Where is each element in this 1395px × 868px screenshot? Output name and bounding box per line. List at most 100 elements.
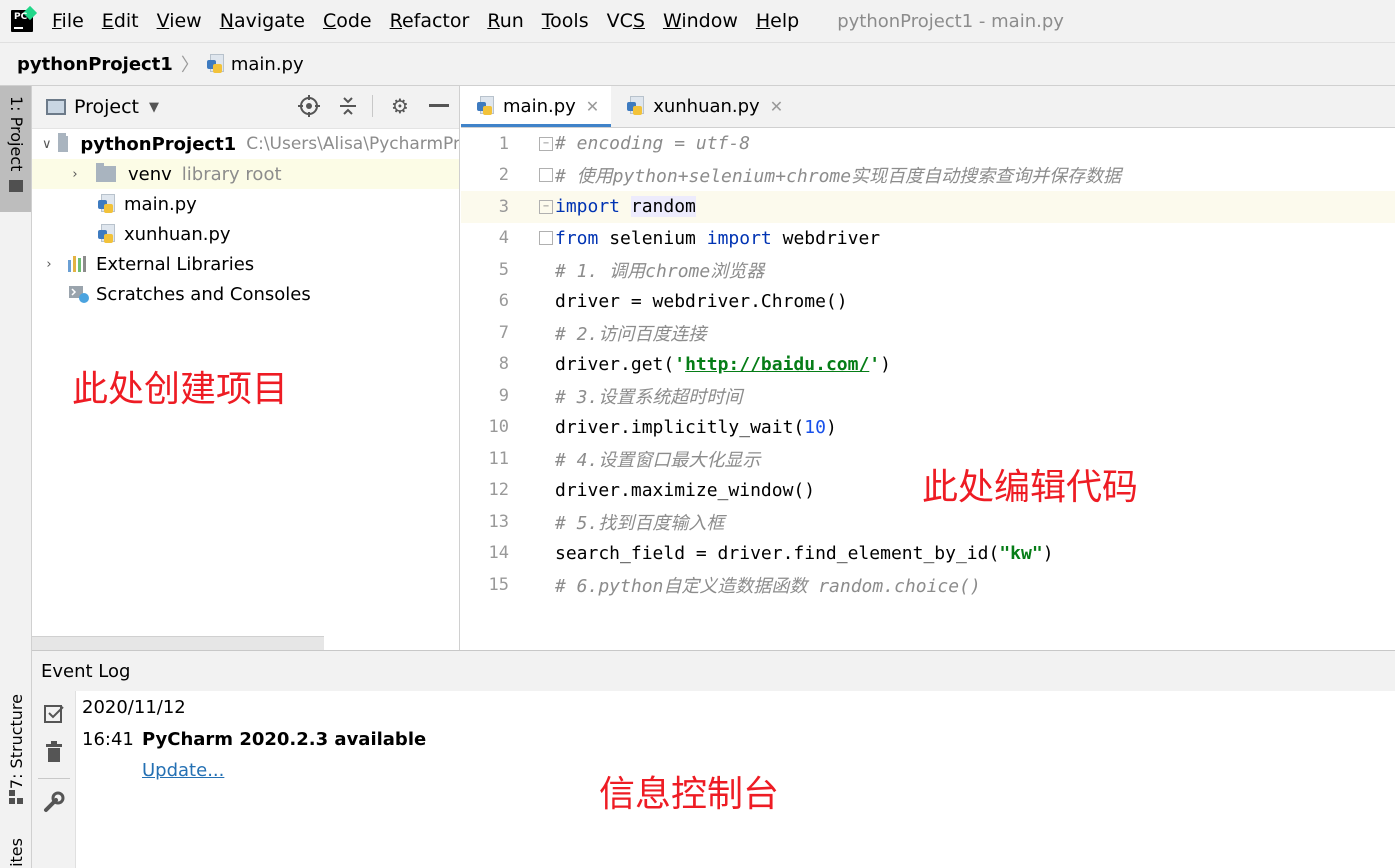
line-number: 11 bbox=[488, 448, 509, 469]
log-message: PyCharm 2020.2.3 available bbox=[142, 729, 427, 750]
chevron-down-icon[interactable]: ▼ bbox=[149, 100, 159, 115]
project-window-icon bbox=[46, 99, 66, 115]
tree-item-venv[interactable]: › venv library root bbox=[32, 159, 459, 189]
tree-item-path: C:\Users\Alisa\PycharmPr bbox=[246, 134, 460, 154]
line-number: 1 bbox=[498, 133, 509, 154]
toolbar-divider bbox=[372, 95, 373, 117]
tree-item-external-libraries[interactable]: › External Libraries bbox=[32, 249, 459, 279]
line-number: 3 bbox=[498, 196, 509, 217]
fold-icon[interactable]: − bbox=[539, 199, 553, 214]
python-file-icon bbox=[206, 54, 225, 74]
code-line: 5 # 1. 调用chrome浏览器 bbox=[461, 254, 1395, 286]
breadcrumb-project[interactable]: pythonProject1 bbox=[17, 54, 173, 75]
tree-item-label: main.py bbox=[124, 193, 197, 215]
chevron-right-icon[interactable]: › bbox=[42, 257, 56, 272]
tree-item-label: External Libraries bbox=[96, 253, 255, 275]
fold-icon[interactable] bbox=[539, 168, 553, 183]
project-panel-title[interactable]: Project bbox=[74, 96, 139, 118]
close-icon[interactable]: ✕ bbox=[586, 97, 599, 116]
horizontal-scrollbar[interactable] bbox=[32, 636, 324, 650]
code-editor[interactable]: 1 − # encoding = utf-8 2 # 使用python+sele… bbox=[461, 128, 1395, 650]
tree-item-project-root[interactable]: ∨ pythonProject1 C:\Users\Alisa\PycharmP… bbox=[32, 129, 460, 159]
menu-view[interactable]: View bbox=[157, 10, 202, 32]
code-text: driver = webdriver.Chrome() bbox=[555, 290, 848, 312]
menu-navigate[interactable]: Navigate bbox=[220, 10, 305, 32]
favorites-tool-tab[interactable]: ites bbox=[7, 838, 26, 867]
menu-refactor[interactable]: Refactor bbox=[390, 10, 470, 32]
code-text: from selenium import webdriver bbox=[555, 227, 881, 249]
code-line: 14 search_field = driver.find_element_by… bbox=[461, 538, 1395, 570]
tree-item-note: library root bbox=[181, 163, 282, 185]
event-log-title[interactable]: Event Log bbox=[41, 661, 130, 682]
code-text: # 2.访问百度连接 bbox=[555, 323, 707, 345]
code-text: # 1. 调用chrome浏览器 bbox=[555, 260, 765, 282]
code-line: 4 from selenium import webdriver bbox=[461, 223, 1395, 255]
line-number: 6 bbox=[498, 291, 509, 312]
menu-tools[interactable]: Tools bbox=[542, 10, 589, 32]
wrench-icon[interactable] bbox=[43, 791, 65, 813]
project-tool-tab-label: 1: Project bbox=[7, 96, 26, 172]
menu-edit[interactable]: Edit bbox=[102, 10, 139, 32]
line-number: 8 bbox=[498, 354, 509, 375]
annotation-create-project: 此处创建项目 bbox=[72, 369, 289, 410]
code-text: # 使用python+selenium+chrome实现百度自动搜索查询并保存数… bbox=[555, 166, 1122, 188]
line-number: 2 bbox=[498, 165, 509, 186]
line-number: 9 bbox=[498, 385, 509, 406]
fold-icon[interactable]: − bbox=[539, 136, 553, 151]
menu-run[interactable]: Run bbox=[487, 10, 523, 32]
event-log-header: Event Log bbox=[32, 651, 1395, 691]
mark-read-icon[interactable] bbox=[43, 703, 65, 725]
menu-help[interactable]: Help bbox=[756, 10, 799, 32]
annotation-edit-code: 此处编辑代码 bbox=[922, 467, 1139, 508]
menu-window[interactable]: Window bbox=[663, 10, 738, 32]
structure-tool-tab[interactable]: 7: Structure bbox=[0, 686, 31, 816]
code-text: driver.get('http://baidu.com/') bbox=[555, 353, 891, 375]
collapse-all-icon[interactable] bbox=[336, 94, 360, 118]
chevron-down-icon[interactable]: ∨ bbox=[42, 137, 52, 152]
project-tool-tab[interactable]: 1: Project bbox=[0, 86, 31, 212]
menu-vcs[interactable]: VCS bbox=[607, 10, 645, 32]
tree-item-xunhuan-py[interactable]: xunhuan.py bbox=[32, 219, 459, 249]
menu-code[interactable]: Code bbox=[323, 10, 372, 32]
update-link[interactable]: Update... bbox=[142, 760, 224, 781]
chevron-right-icon[interactable]: › bbox=[68, 167, 82, 182]
code-text: # 3.设置系统超时时间 bbox=[555, 386, 743, 408]
window-title: pythonProject1 - main.py bbox=[837, 10, 1064, 32]
code-text: driver.maximize_window() bbox=[555, 479, 816, 501]
tree-item-label: pythonProject1 bbox=[80, 133, 237, 155]
hide-panel-icon[interactable] bbox=[427, 94, 451, 118]
tab-label: xunhuan.py bbox=[653, 95, 760, 117]
folder-icon bbox=[96, 163, 116, 182]
tree-item-label: Scratches and Consoles bbox=[96, 283, 311, 305]
code-line: 2 # 使用python+selenium+chrome实现百度自动搜索查询并保… bbox=[461, 160, 1395, 192]
close-icon[interactable]: ✕ bbox=[770, 97, 783, 116]
line-number: 13 bbox=[488, 511, 509, 532]
folder-icon bbox=[57, 133, 69, 152]
menu-bar: PC File Edit View Navigate Code Refactor… bbox=[0, 0, 1395, 42]
python-file-icon bbox=[98, 194, 116, 214]
python-file-icon bbox=[98, 224, 116, 244]
tab-xunhuan-py[interactable]: xunhuan.py ✕ bbox=[611, 86, 795, 127]
tree-item-main-py[interactable]: main.py bbox=[32, 189, 459, 219]
event-log-toolbar bbox=[32, 691, 76, 868]
gear-icon[interactable]: ⚙ bbox=[388, 94, 412, 118]
tab-label: main.py bbox=[503, 95, 576, 117]
tab-main-py[interactable]: main.py ✕ bbox=[461, 86, 612, 127]
menu-file[interactable]: File bbox=[52, 10, 84, 32]
code-text: # 5.找到百度输入框 bbox=[555, 512, 725, 534]
line-number: 7 bbox=[498, 322, 509, 343]
log-date: 2020/11/12 bbox=[82, 697, 186, 718]
editor-panel: main.py ✕ xunhuan.py ✕ 1 − # encoding = … bbox=[461, 86, 1395, 650]
line-number: 14 bbox=[488, 543, 509, 564]
python-file-icon bbox=[627, 96, 645, 116]
code-text: # 4.设置窗口最大化显示 bbox=[555, 449, 761, 471]
breadcrumb-file[interactable]: main.py bbox=[231, 54, 304, 75]
structure-icon bbox=[9, 790, 23, 804]
fold-icon[interactable] bbox=[539, 231, 553, 246]
code-line: 1 − # encoding = utf-8 bbox=[461, 128, 1395, 160]
tree-item-label: venv bbox=[128, 163, 172, 185]
locate-target-icon[interactable] bbox=[297, 94, 321, 118]
trash-icon[interactable] bbox=[43, 741, 65, 763]
toolbar-divider bbox=[38, 778, 70, 779]
tree-item-scratches[interactable]: Scratches and Consoles bbox=[32, 279, 459, 309]
